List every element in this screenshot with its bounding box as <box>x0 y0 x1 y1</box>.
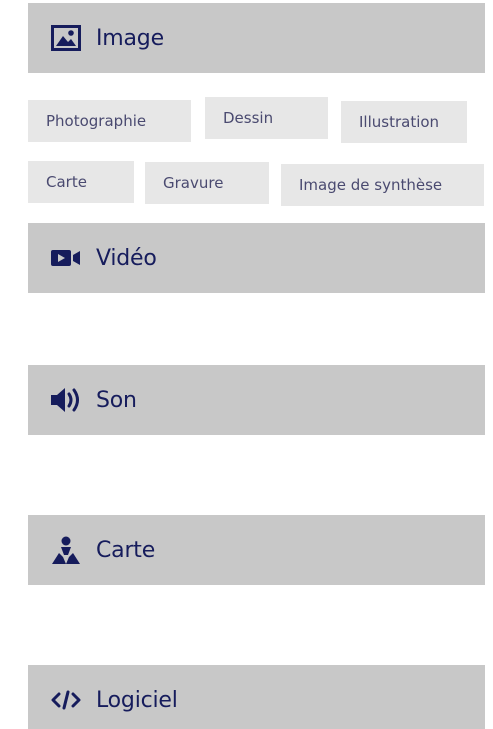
section-logiciel-label: Logiciel <box>96 687 178 713</box>
chip-image-de-synthese[interactable]: Image de synthèse <box>281 164 484 206</box>
code-icon <box>48 685 84 715</box>
media-type-panel: Image Photographie Dessin Illustration C… <box>0 0 493 729</box>
section-video-label: Vidéo <box>96 245 157 271</box>
section-carte-header[interactable]: Carte <box>28 515 485 585</box>
chip-carte[interactable]: Carte <box>28 161 134 203</box>
section-son-label: Son <box>96 387 137 413</box>
chip-photographie[interactable]: Photographie <box>28 100 191 142</box>
map-person-icon <box>48 535 84 565</box>
video-camera-icon <box>48 243 84 273</box>
chip-illustration[interactable]: Illustration <box>341 101 467 143</box>
section-image-label: Image <box>96 25 164 51</box>
chip-gravure[interactable]: Gravure <box>145 162 269 204</box>
section-image-header[interactable]: Image <box>28 3 485 73</box>
speaker-icon <box>48 385 84 415</box>
section-son-header[interactable]: Son <box>28 365 485 435</box>
chip-dessin[interactable]: Dessin <box>205 97 328 139</box>
section-carte-label: Carte <box>96 537 156 563</box>
section-logiciel-header[interactable]: Logiciel <box>28 665 485 729</box>
image-icon <box>48 23 84 53</box>
section-video-header[interactable]: Vidéo <box>28 223 485 293</box>
